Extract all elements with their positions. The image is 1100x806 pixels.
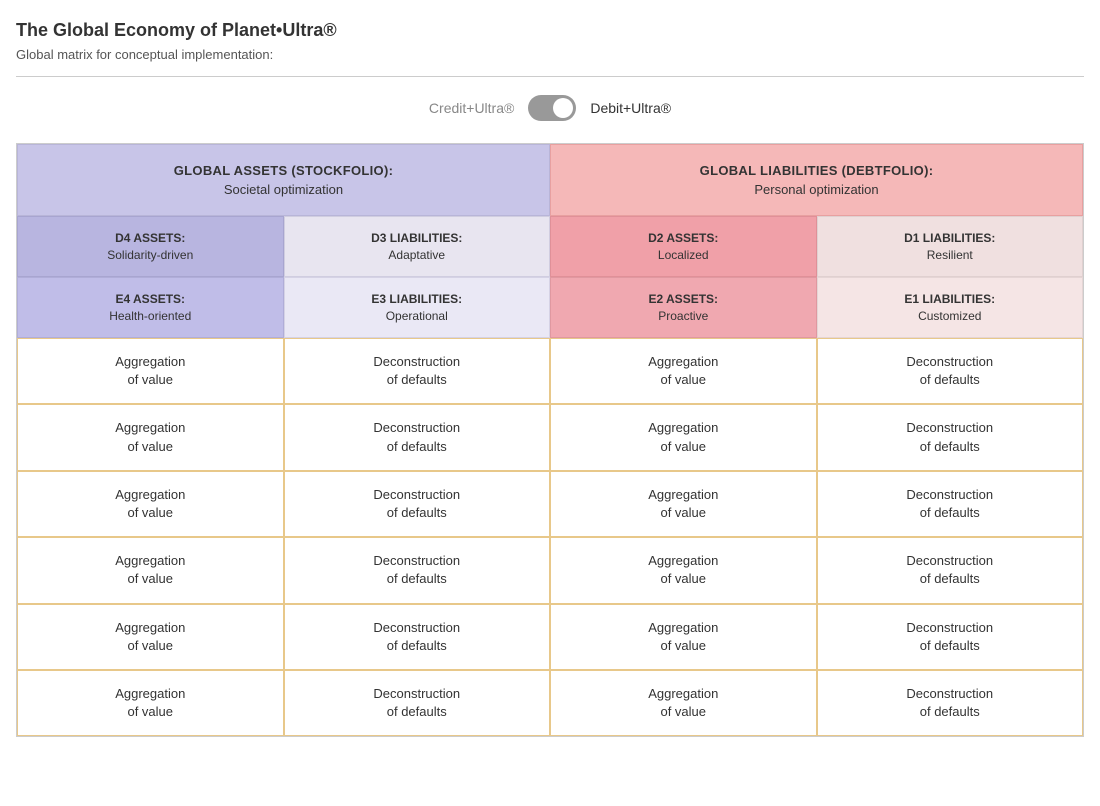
data-cell-r3c4[interactable]: Deconstructionof defaults (817, 471, 1084, 537)
d3-label: D3 LIABILITIES: (293, 231, 542, 245)
e3-label: E3 LIABILITIES: (293, 292, 542, 306)
d2-label: D2 ASSETS: (559, 231, 808, 245)
d3-desc: Adaptative (293, 248, 542, 262)
e2-label: E2 ASSETS: (559, 292, 808, 306)
header-global-liabilities: GLOBAL LIABILITIES (DEBTFOLIO): Personal… (550, 144, 1083, 216)
page-container: The Global Economy of Planet•Ultra® Glob… (0, 0, 1100, 757)
header-liabilities-title: GLOBAL LIABILITIES (DEBTFOLIO): (561, 163, 1072, 178)
e4-label: E4 ASSETS: (26, 292, 275, 306)
subheader-e1: E1 LIABILITIES: Customized (817, 277, 1084, 338)
subheader-e4: E4 ASSETS: Health-oriented (17, 277, 284, 338)
header-divider (16, 76, 1084, 77)
data-cell-r1c4[interactable]: Deconstructionof defaults (817, 338, 1084, 404)
page-title: The Global Economy of Planet•Ultra® (16, 20, 1084, 41)
d4-label: D4 ASSETS: (26, 231, 275, 245)
header-global-assets: GLOBAL ASSETS (STOCKFOLIO): Societal opt… (17, 144, 550, 216)
data-cell-r4c1[interactable]: Aggregationof value (17, 537, 284, 603)
data-cell-r2c3[interactable]: Aggregationof value (550, 404, 817, 470)
subheader-e3: E3 LIABILITIES: Operational (284, 277, 551, 338)
subheader-d1: D1 LIABILITIES: Resilient (817, 216, 1084, 277)
e4-desc: Health-oriented (26, 309, 275, 323)
data-cell-r3c3[interactable]: Aggregationof value (550, 471, 817, 537)
data-cell-r3c1[interactable]: Aggregationof value (17, 471, 284, 537)
header-assets-title: GLOBAL ASSETS (STOCKFOLIO): (28, 163, 539, 178)
data-cell-r4c4[interactable]: Deconstructionof defaults (817, 537, 1084, 603)
d2-desc: Localized (559, 248, 808, 262)
data-cell-r4c2[interactable]: Deconstructionof defaults (284, 537, 551, 603)
data-cell-r6c3[interactable]: Aggregationof value (550, 670, 817, 736)
data-cell-r4c3[interactable]: Aggregationof value (550, 537, 817, 603)
data-cell-r1c1[interactable]: Aggregationof value (17, 338, 284, 404)
subheader-d4: D4 ASSETS: Solidarity-driven (17, 216, 284, 277)
data-cell-r5c1[interactable]: Aggregationof value (17, 604, 284, 670)
data-cell-r3c2[interactable]: Deconstructionof defaults (284, 471, 551, 537)
data-cell-r5c3[interactable]: Aggregationof value (550, 604, 817, 670)
toggle-switch[interactable] (528, 95, 576, 121)
toggle-row: Credit+Ultra® Debit+Ultra® (16, 95, 1084, 121)
subheader-d3: D3 LIABILITIES: Adaptative (284, 216, 551, 277)
data-cell-r5c4[interactable]: Deconstructionof defaults (817, 604, 1084, 670)
e2-desc: Proactive (559, 309, 808, 323)
subheader-d2: D2 ASSETS: Localized (550, 216, 817, 277)
page-subtitle: Global matrix for conceptual implementat… (16, 47, 1084, 62)
e3-desc: Operational (293, 309, 542, 323)
data-cell-r6c1[interactable]: Aggregationof value (17, 670, 284, 736)
toggle-knob (553, 98, 573, 118)
matrix-grid: GLOBAL ASSETS (STOCKFOLIO): Societal opt… (16, 143, 1084, 737)
e1-label: E1 LIABILITIES: (826, 292, 1075, 306)
d1-label: D1 LIABILITIES: (826, 231, 1075, 245)
toggle-left-label: Credit+Ultra® (429, 100, 514, 116)
toggle-right-label: Debit+Ultra® (590, 100, 671, 116)
data-cell-r2c4[interactable]: Deconstructionof defaults (817, 404, 1084, 470)
data-cell-r1c3[interactable]: Aggregationof value (550, 338, 817, 404)
e1-desc: Customized (826, 309, 1075, 323)
data-cell-r2c1[interactable]: Aggregationof value (17, 404, 284, 470)
header-assets-subtitle: Societal optimization (28, 182, 539, 197)
data-cell-r5c2[interactable]: Deconstructionof defaults (284, 604, 551, 670)
d1-desc: Resilient (826, 248, 1075, 262)
data-cell-r2c2[interactable]: Deconstructionof defaults (284, 404, 551, 470)
data-cell-r6c4[interactable]: Deconstructionof defaults (817, 670, 1084, 736)
data-cell-r6c2[interactable]: Deconstructionof defaults (284, 670, 551, 736)
subheader-e2: E2 ASSETS: Proactive (550, 277, 817, 338)
data-cell-r1c2[interactable]: Deconstructionof defaults (284, 338, 551, 404)
header-liabilities-subtitle: Personal optimization (561, 182, 1072, 197)
d4-desc: Solidarity-driven (26, 248, 275, 262)
